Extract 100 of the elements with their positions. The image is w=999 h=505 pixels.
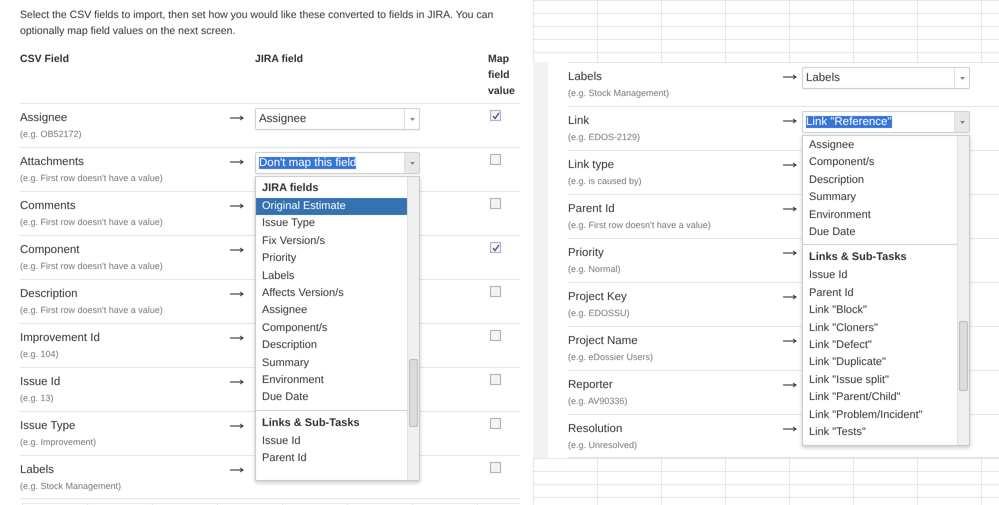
jira-field-select[interactable]: Don't map this field bbox=[255, 152, 420, 174]
dropdown-option[interactable]: Parent Id bbox=[803, 284, 957, 302]
map-value-checkbox[interactable] bbox=[490, 154, 501, 165]
csv-field-name: Reporter bbox=[568, 379, 614, 391]
csv-field-name: Issue Id bbox=[20, 376, 62, 388]
csv-field-name: Link type bbox=[568, 159, 616, 171]
dropdown-option[interactable]: Priority bbox=[256, 250, 407, 268]
csv-field-name: Assignee bbox=[20, 112, 68, 124]
dropdown-option[interactable]: Description bbox=[256, 337, 407, 355]
dropdown-option[interactable]: Link "Problem/Incident" bbox=[803, 406, 957, 424]
arrow-right-icon bbox=[783, 74, 797, 80]
column-header: CSV Field bbox=[20, 52, 70, 67]
csv-field-name: Priority bbox=[568, 247, 605, 259]
dropdown-option[interactable]: Issue Id bbox=[256, 432, 407, 450]
csv-field-name: Project Key bbox=[568, 291, 628, 303]
arrow-right-icon bbox=[783, 206, 797, 212]
arrow-right-icon bbox=[230, 291, 244, 297]
example-value: (e.g. First row doesn't have a value) bbox=[20, 217, 164, 227]
dropdown-option[interactable]: Link "Cloners" bbox=[803, 320, 957, 338]
map-value-checkbox[interactable] bbox=[490, 330, 501, 341]
csv-field-name: Improvement Id bbox=[20, 332, 101, 344]
jira-field-select[interactable]: Assignee bbox=[255, 108, 420, 130]
column-header: JIRA field bbox=[255, 52, 304, 67]
arrow-right-icon bbox=[230, 379, 244, 385]
arrow-right-icon bbox=[783, 382, 797, 388]
dropdown-option[interactable]: Parent Id bbox=[256, 450, 407, 468]
arrow-right-icon bbox=[230, 423, 244, 429]
column-header: Map field value bbox=[488, 52, 516, 99]
csv-field-name: Component bbox=[20, 244, 80, 256]
arrow-right-icon bbox=[230, 335, 244, 341]
caret-icon bbox=[960, 76, 964, 80]
dropdown-option[interactable]: Affects Version/s bbox=[256, 285, 407, 302]
map-value-checkbox[interactable] bbox=[490, 286, 501, 297]
example-value: (e.g. EDOS-2129) bbox=[568, 132, 642, 142]
map-value-checkbox[interactable] bbox=[490, 110, 501, 121]
csv-field-name: Labels bbox=[20, 464, 55, 476]
dropdown-option[interactable]: Environment bbox=[803, 206, 957, 224]
map-value-checkbox[interactable] bbox=[490, 242, 501, 253]
example-value: (e.g. First row doesn't have a value) bbox=[20, 173, 164, 183]
csv-field-name: Attachments bbox=[20, 156, 85, 168]
dropdown-option[interactable]: Environment bbox=[256, 372, 407, 390]
map-value-checkbox[interactable] bbox=[490, 374, 501, 385]
arrow-right-icon bbox=[783, 426, 797, 432]
dropdown-option[interactable]: Link "Issue split" bbox=[803, 372, 957, 390]
arrow-right-icon bbox=[230, 467, 244, 473]
dropdown-option[interactable]: Summary bbox=[256, 354, 407, 372]
example-value: (e.g. 13) bbox=[20, 393, 55, 403]
dropdown-option[interactable]: Component/s bbox=[256, 320, 407, 338]
arrow-right-icon bbox=[230, 159, 244, 165]
dropdown-option[interactable]: Description bbox=[803, 172, 957, 190]
scrollbar[interactable] bbox=[407, 177, 419, 480]
caret-icon bbox=[410, 118, 414, 120]
dropdown-option[interactable]: Labels bbox=[256, 268, 407, 286]
csv-field-name: Resolution bbox=[568, 423, 624, 435]
dropdown-option[interactable]: Link "Defect" bbox=[803, 337, 957, 354]
csv-field-name: Link bbox=[568, 115, 590, 127]
dropdown-option[interactable]: Due Date bbox=[803, 224, 957, 242]
dropdown-option[interactable]: Due Date bbox=[256, 389, 407, 407]
example-value: (e.g. Unresolved) bbox=[568, 440, 638, 450]
example-value: (e.g. First row doesn't have a value) bbox=[568, 220, 712, 230]
dropdown-option[interactable]: Original Estimate bbox=[256, 198, 407, 216]
example-value: (e.g. First row doesn't have a value) bbox=[20, 305, 164, 315]
caret-icon bbox=[960, 120, 964, 124]
dropdown-option[interactable]: Assignee bbox=[256, 302, 407, 320]
dropdown-option[interactable]: Link "Parent/Child" bbox=[803, 389, 957, 407]
dropdown-option[interactable]: Assignee bbox=[803, 137, 957, 154]
caret-icon bbox=[410, 162, 414, 164]
map-value-checkbox[interactable] bbox=[490, 462, 501, 473]
dropdown-option[interactable]: Link "Block" bbox=[803, 302, 957, 320]
arrow-right-icon bbox=[783, 162, 797, 168]
arrow-right-icon bbox=[783, 118, 797, 124]
dropdown-option[interactable]: Component/s bbox=[803, 154, 957, 172]
arrow-right-icon bbox=[783, 294, 797, 300]
jira-field-select[interactable]: Labels bbox=[802, 67, 970, 89]
dropdown-option[interactable]: Fix Version/s bbox=[256, 232, 407, 250]
csv-field-name: Issue Type bbox=[20, 420, 76, 432]
example-value: (e.g. is caused by) bbox=[568, 176, 643, 186]
example-value: (e.g. Stock Management) bbox=[20, 481, 122, 491]
arrow-right-icon bbox=[783, 338, 797, 344]
map-value-checkbox[interactable] bbox=[490, 198, 501, 209]
dropdown-option[interactable]: Issue Type bbox=[256, 215, 407, 233]
example-value: (e.g. Improvement) bbox=[20, 437, 98, 447]
dropdown-option[interactable]: Link "Duplicate" bbox=[803, 354, 957, 372]
example-value: (e.g. AV90336) bbox=[568, 396, 628, 406]
example-value: (e.g. EDOSSU) bbox=[568, 308, 631, 318]
example-value: (e.g. OB52172) bbox=[20, 129, 83, 139]
example-value: (e.g. First row doesn't have a value) bbox=[20, 261, 164, 271]
example-value: (e.g. eDossier Users) bbox=[568, 352, 654, 362]
dropdown-option[interactable]: Issue Id bbox=[803, 267, 957, 285]
arrow-right-icon bbox=[230, 247, 244, 253]
csv-field-name: Project Name bbox=[568, 335, 639, 347]
scrollbar[interactable] bbox=[957, 136, 969, 444]
example-value: (e.g. 104) bbox=[20, 349, 60, 359]
arrow-right-icon bbox=[230, 203, 244, 209]
map-value-checkbox[interactable] bbox=[490, 418, 501, 429]
jira-field-select[interactable]: Link "Reference" bbox=[802, 111, 970, 133]
dropdown-option[interactable]: Summary bbox=[803, 189, 957, 207]
option-group-heading: JIRA fields bbox=[261, 181, 320, 196]
dropdown-option[interactable]: Link "Tests" bbox=[803, 424, 957, 442]
csv-field-name: Description bbox=[20, 288, 79, 300]
